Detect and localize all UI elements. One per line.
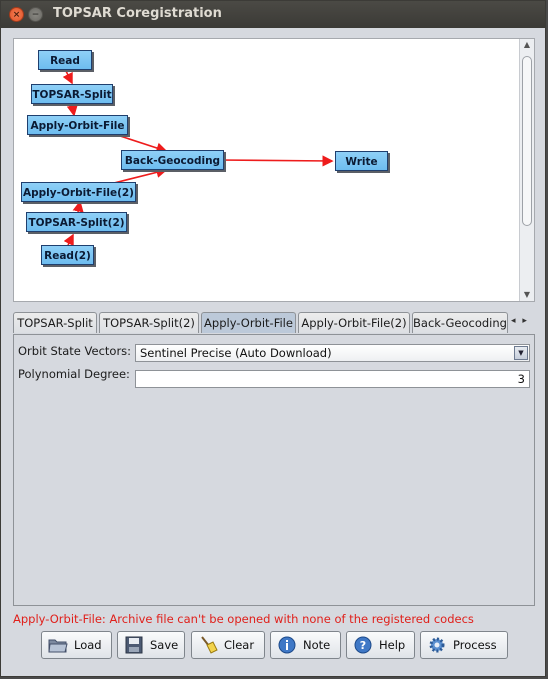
folder-icon: [48, 639, 68, 653]
node-read-2[interactable]: Read(2): [41, 245, 94, 265]
close-window-button[interactable]: ×: [9, 7, 24, 22]
process-button[interactable]: Process: [420, 631, 508, 659]
info-icon: [278, 636, 296, 654]
tab-back-geocoding[interactable]: Back-Geocoding: [412, 312, 508, 333]
graph-vertical-scrollbar[interactable]: ▲ ▼: [519, 39, 534, 301]
apply-orbit-file-parameters: Orbit State Vectors: Sentinel Precise (A…: [13, 334, 535, 606]
orbit-state-vectors-select[interactable]: Sentinel Precise (Auto Download) ▼: [135, 344, 530, 362]
node-read[interactable]: Read: [38, 50, 92, 70]
node-write[interactable]: Write: [335, 151, 388, 171]
save-button[interactable]: Save: [117, 631, 185, 659]
node-topsar-split-2[interactable]: TOPSAR-Split(2): [26, 212, 127, 232]
edge-read2-to-split2: [63, 233, 74, 247]
help-button-label: Help: [379, 638, 406, 652]
floppy-disk-icon: [125, 636, 143, 654]
orbit-state-vectors-label: Orbit State Vectors:: [18, 344, 132, 358]
help-button[interactable]: ? Help: [346, 631, 415, 659]
broom-icon: [201, 636, 218, 654]
load-button-label: Load: [74, 638, 102, 652]
node-apply-orbit-file-2[interactable]: Apply-Orbit-File(2): [21, 182, 136, 202]
edge-split2-to-orbit2: [72, 200, 84, 213]
polynomial-degree-label: Polynomial Degree:: [18, 367, 130, 381]
minimize-window-button[interactable]: −: [28, 7, 43, 22]
note-button-label: Note: [303, 638, 331, 652]
edge-read-to-split: [62, 70, 73, 85]
tab-apply-orbit-file-2[interactable]: Apply-Orbit-File(2): [298, 312, 410, 333]
tab-topsar-split-2[interactable]: TOPSAR-Split(2): [99, 312, 199, 333]
topsar-coregistration-window: × − TOPSAR Coregistration Read TOPSAR-Sp…: [0, 0, 546, 677]
operator-tabs: TOPSAR-Split TOPSAR-Split(2) Apply-Orbit…: [13, 312, 535, 334]
scroll-up-arrow[interactable]: ▲: [520, 39, 534, 51]
load-button[interactable]: Load: [41, 631, 112, 659]
edge-orbit-to-backgeo: [113, 133, 168, 154]
clear-button-label: Clear: [224, 638, 255, 652]
tab-topsar-split[interactable]: TOPSAR-Split: [13, 312, 97, 333]
graph-canvas[interactable]: Read TOPSAR-Split Apply-Orbit-File Back-…: [13, 38, 535, 302]
title-bar: × − TOPSAR Coregistration: [1, 1, 545, 28]
polynomial-degree-input[interactable]: 3: [135, 370, 530, 388]
orbit-state-vectors-value: Sentinel Precise (Auto Download): [140, 346, 332, 360]
chevron-down-icon[interactable]: ▼: [514, 346, 528, 360]
edge-split-to-orbit: [66, 103, 78, 117]
gear-icon: [429, 637, 445, 653]
clear-button[interactable]: Clear: [191, 631, 265, 659]
svg-text:?: ?: [360, 639, 366, 652]
tab-apply-orbit-file[interactable]: Apply-Orbit-File: [201, 312, 296, 333]
scroll-down-arrow[interactable]: ▼: [520, 289, 534, 301]
edge-backgeo-to-write: [218, 155, 334, 167]
window-title: TOPSAR Coregistration: [53, 6, 222, 21]
node-topsar-split[interactable]: TOPSAR-Split: [31, 84, 113, 104]
process-button-label: Process: [453, 638, 497, 652]
save-button-label: Save: [150, 638, 179, 652]
scroll-thumb[interactable]: [522, 56, 532, 226]
note-button[interactable]: Note: [270, 631, 341, 659]
status-error-message: Apply-Orbit-File: Archive file can't be …: [13, 612, 474, 626]
node-back-geocoding[interactable]: Back-Geocoding: [121, 150, 224, 170]
node-apply-orbit-file[interactable]: Apply-Orbit-File: [27, 115, 128, 135]
help-icon: ?: [354, 636, 372, 654]
tab-scroll-arrows[interactable]: ◂ ▸: [511, 316, 529, 326]
